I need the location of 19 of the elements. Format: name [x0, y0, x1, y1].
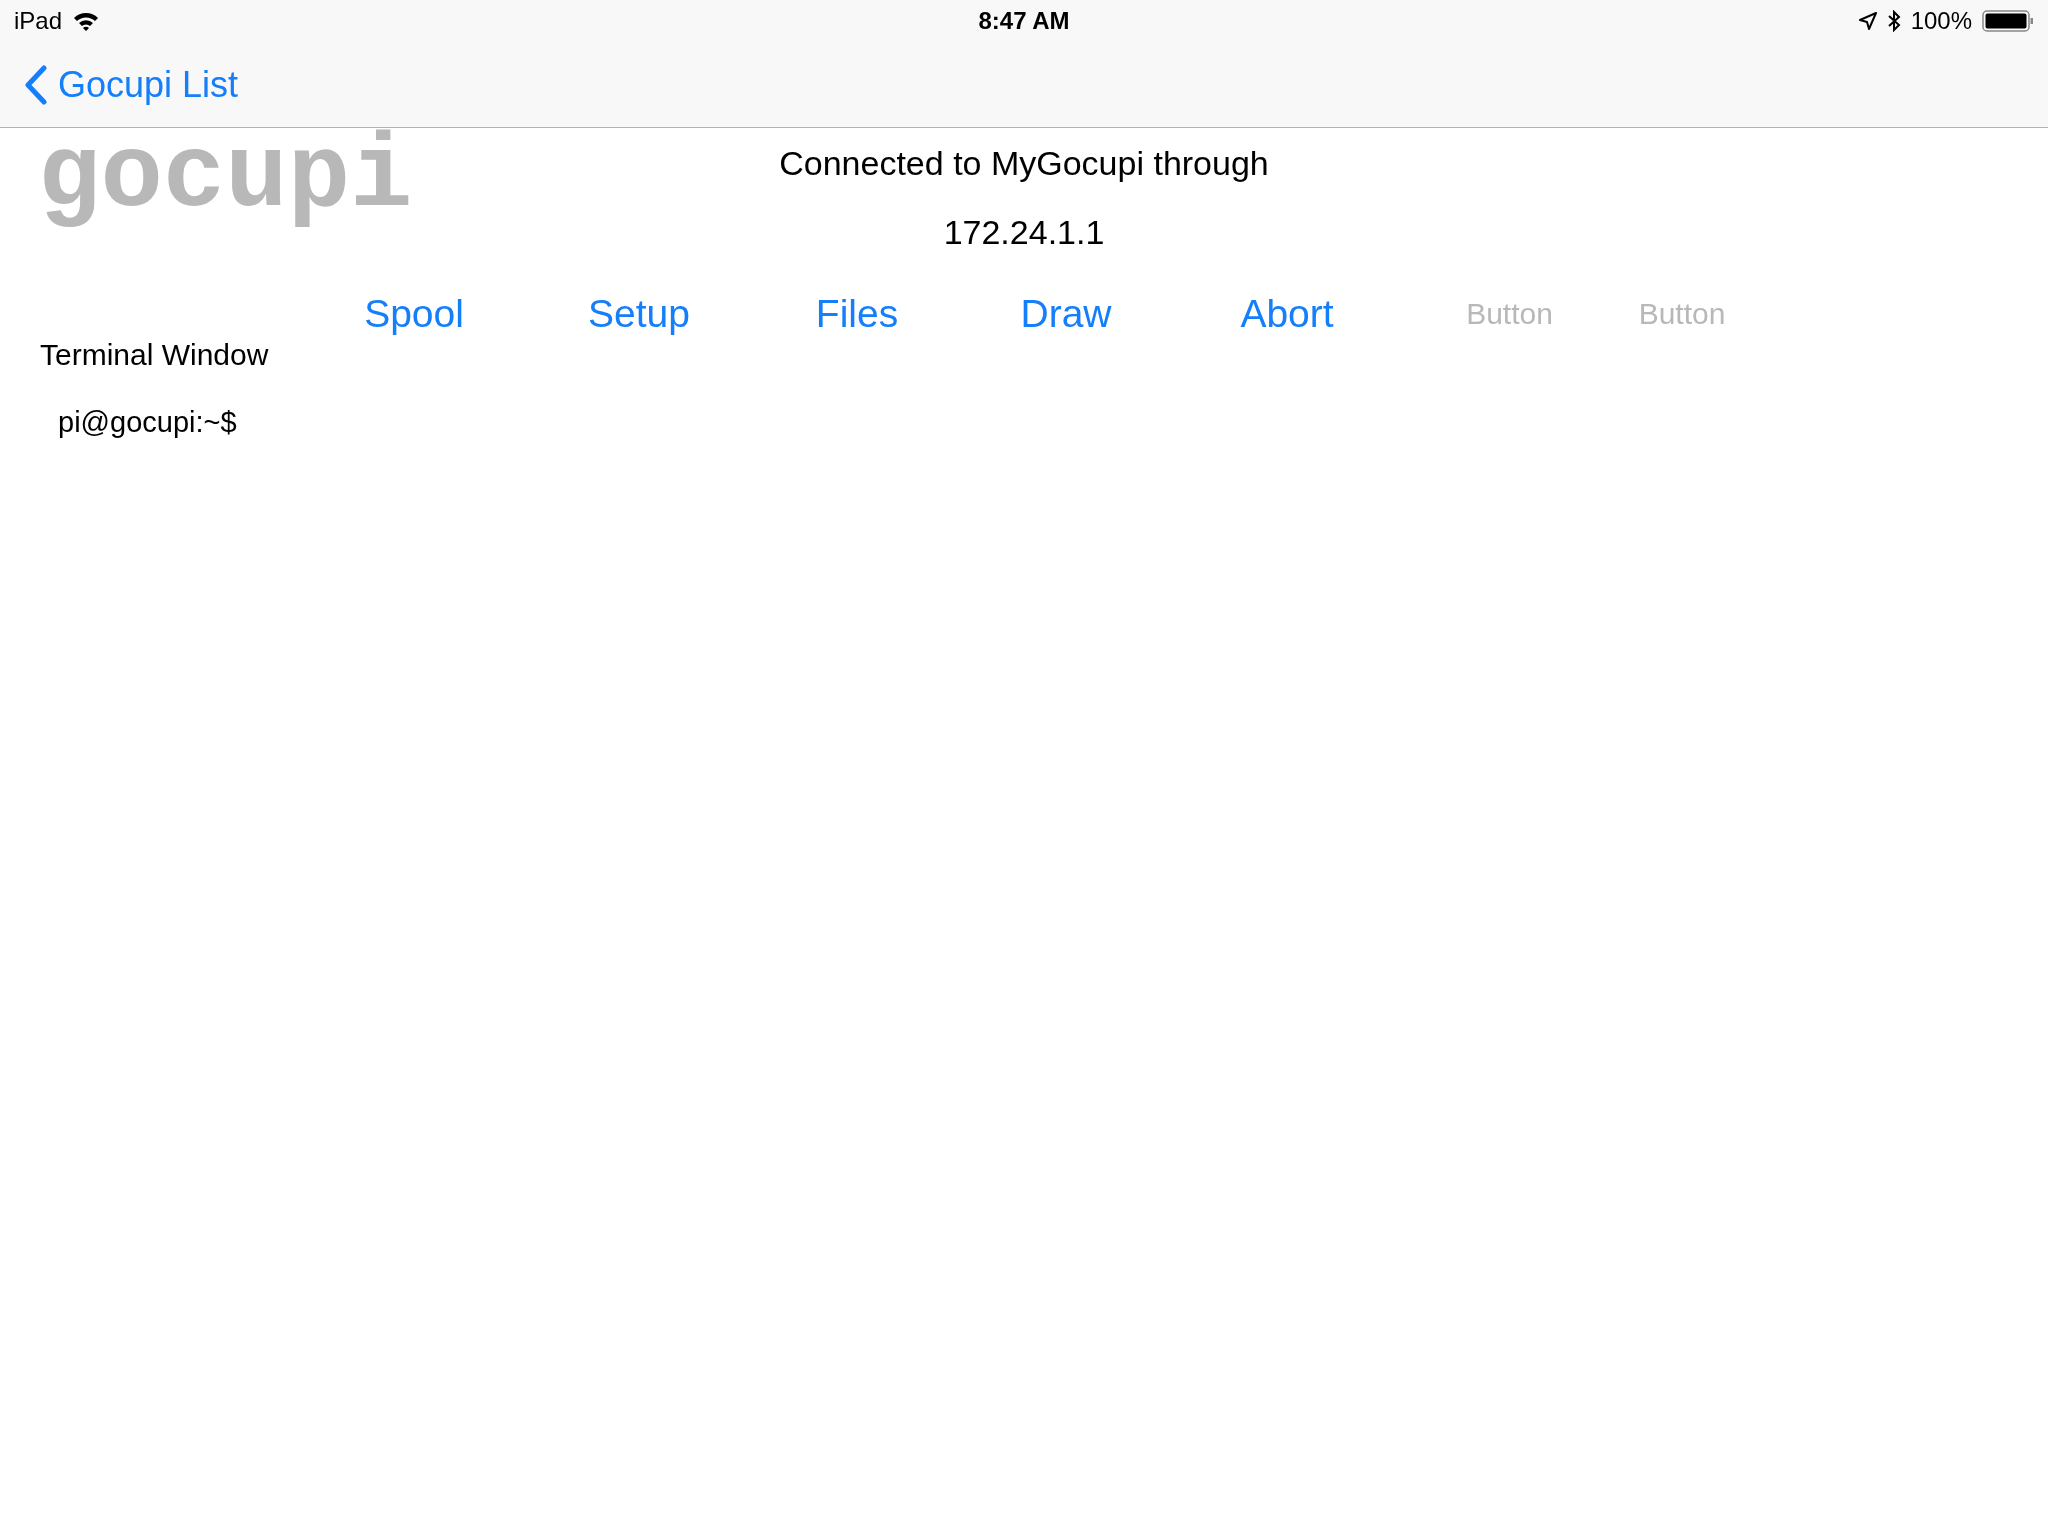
toolbar-button[interactable]: Draw [1016, 290, 1116, 338]
gocupi-logo: gocupi [38, 117, 413, 238]
back-button[interactable]: Gocupi List [24, 63, 239, 106]
connection-message: Connected to MyGocupi through [779, 144, 1269, 183]
battery-icon [1982, 10, 2034, 32]
bluetooth-icon [1886, 10, 1901, 32]
toolbar-button[interactable]: Abort [1236, 290, 1338, 338]
terminal-prompt: pi@gocupi:~$ [58, 406, 237, 439]
battery-percent: 100% [1910, 7, 1972, 35]
clock-time: 8:47 AM [978, 7, 1070, 35]
device-name: iPad [14, 7, 63, 35]
ip-address: 172.24.1.1 [943, 213, 1105, 252]
location-arrow-icon [1858, 12, 1877, 30]
terminal-title: Terminal Window [40, 338, 269, 372]
chevron-left-icon [24, 64, 48, 105]
wifi-icon [72, 10, 101, 32]
toolbar-button[interactable]: Spool [360, 290, 468, 338]
toolbar-button[interactable]: Files [811, 290, 903, 338]
toolbar-button[interactable]: Setup [584, 290, 694, 338]
